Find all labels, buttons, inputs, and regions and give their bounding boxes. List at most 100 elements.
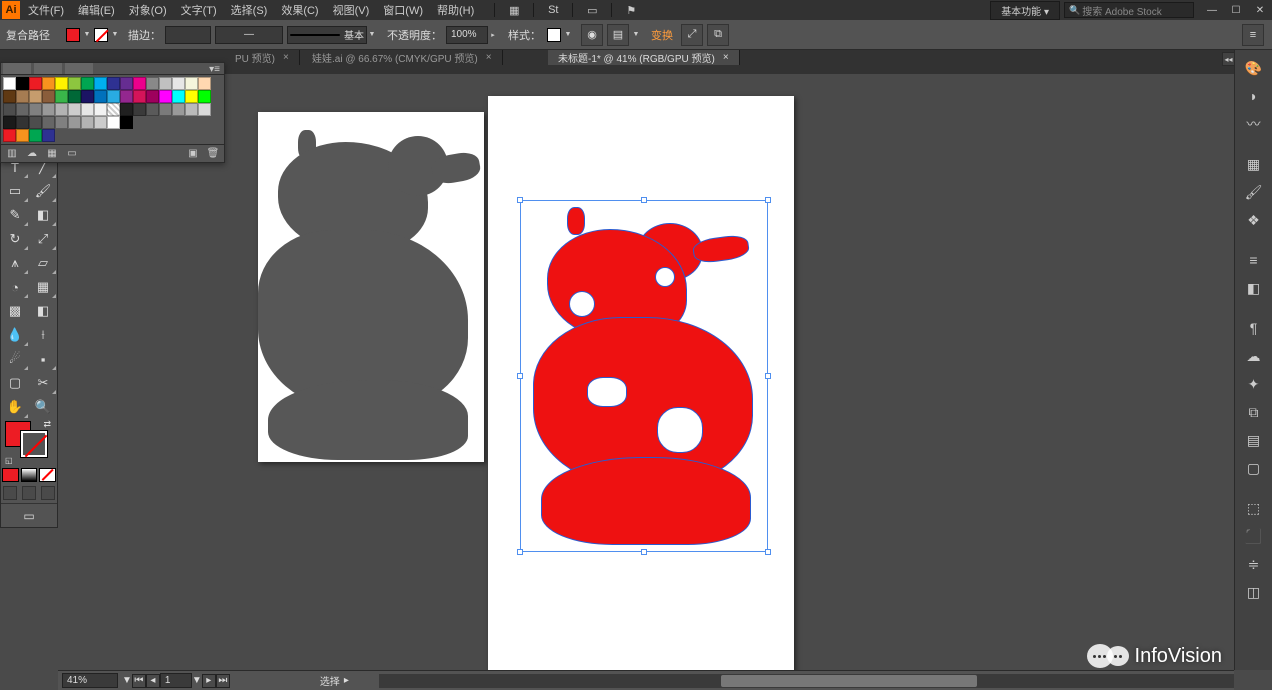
swatch[interactable] [55,103,68,116]
draw-behind-icon[interactable] [22,486,36,500]
menu-window[interactable]: 窗口(W) [383,2,423,18]
blend-tool[interactable]: ⟊ [29,323,57,347]
fill-dropdown[interactable]: ▼ [82,28,92,42]
gpu-icon[interactable]: ⚑ [620,2,642,18]
menu-type[interactable]: 文字(T) [181,2,217,18]
swatch[interactable] [42,77,55,90]
swatch[interactable] [198,77,211,90]
opacity-dropdown[interactable]: ▸ [488,28,498,42]
swatch[interactable] [185,77,198,90]
swatch[interactable] [185,90,198,103]
stroke-color-proxy[interactable] [21,431,47,457]
window-close[interactable]: ✕ [1248,2,1272,18]
column-graph-tool[interactable]: ▪ [29,347,57,371]
rotate-tool[interactable]: ↻ [1,227,29,251]
menu-file[interactable]: 文件(F) [28,2,64,18]
swatch[interactable] [107,77,120,90]
scrollbar-thumb[interactable] [721,675,978,687]
bridge-icon[interactable]: ▦ [503,2,525,18]
stock-icon[interactable]: St [542,2,564,18]
selection-handle[interactable] [765,197,771,203]
selection-handle[interactable] [765,549,771,555]
swatch[interactable] [146,77,159,90]
stock-search-input[interactable]: 搜索 Adobe Stock [1064,2,1194,18]
rectangle-tool[interactable]: ▭ [1,179,29,203]
swatch[interactable] [133,103,146,116]
swatch[interactable] [68,116,81,129]
tab-close-icon[interactable]: × [283,52,289,63]
swatch[interactable] [16,116,29,129]
mesh-tool[interactable]: ▩ [1,299,29,323]
swatches-panel-tabs[interactable] [1,63,224,75]
swatch[interactable] [120,116,133,129]
swatch[interactable] [42,116,55,129]
new-swatch-icon[interactable]: ▣ [186,147,200,161]
expand-panels-icon[interactable]: ◂◂ [1222,52,1234,66]
swatch[interactable] [107,90,120,103]
swatch[interactable] [172,90,185,103]
swatch[interactable] [159,77,172,90]
opacity-input[interactable]: 100% [446,26,488,44]
document-tab[interactable]: 娃娃.ai @ 66.67% (CMYK/GPU 预览)× [302,50,503,65]
last-artboard-icon[interactable]: ⏭ [216,674,230,688]
arrange-icon[interactable]: ▭ [581,2,603,18]
controlbar-menu-icon[interactable]: ≡ [1242,24,1264,46]
color-mode-solid[interactable] [2,468,19,482]
swatch[interactable] [146,103,159,116]
appearance-icon[interactable]: ⬚ [1240,496,1268,520]
swatch[interactable] [42,129,55,142]
transform-link[interactable]: 变换 [651,27,673,43]
selection-handle[interactable] [641,197,647,203]
graphic-style-swatch[interactable] [547,28,561,42]
scale-tool[interactable]: ⤢ [29,227,57,251]
swatch[interactable] [68,90,81,103]
menu-effect[interactable]: 效果(C) [281,2,318,18]
fill-swatch[interactable] [66,28,80,42]
color-mode-gradient[interactable] [21,468,38,482]
swatch-options-icon[interactable]: ▦ [45,147,59,161]
swatch-kind-icon[interactable]: ☁ [25,147,39,161]
shape-icon[interactable]: ◗ [1240,84,1268,108]
color-mode-none[interactable] [39,468,56,482]
tab-close-icon[interactable]: × [486,52,492,63]
tab-close-icon[interactable]: × [723,52,729,63]
menu-select[interactable]: 选择(S) [231,2,268,18]
new-color-group-icon[interactable]: ▭ [65,147,79,161]
stroke-weight-input[interactable] [165,26,211,44]
swatch[interactable] [29,116,42,129]
swatch[interactable] [68,77,81,90]
document-tab-active[interactable]: 未标题-1* @ 41% (RGB/GPU 预览)× [548,50,740,65]
menu-edit[interactable]: 编辑(E) [78,2,115,18]
width-tool[interactable]: ⩚ [1,251,29,275]
symbol-sprayer-tool[interactable]: ☄ [1,347,29,371]
free-transform-tool[interactable]: ▱ [29,251,57,275]
link-layer-icon[interactable]: ⧉ [1240,400,1268,424]
swatch[interactable] [120,90,133,103]
swatch[interactable] [68,103,81,116]
swatch[interactable] [172,103,185,116]
window-minimize[interactable]: — [1200,2,1224,18]
paintbrush-tool[interactable]: 🖌 [29,179,57,203]
swatch[interactable] [185,103,198,116]
eyedropper-tool[interactable]: 💧 [1,323,29,347]
swatch[interactable] [81,103,94,116]
swatch[interactable] [29,77,42,90]
canvas-area[interactable] [58,74,1234,670]
crop-icon[interactable]: ⧉ [707,24,729,46]
brush-icon[interactable]: 🖌 [1240,180,1268,204]
swatch[interactable] [16,77,29,90]
swatch[interactable] [3,103,16,116]
swatch[interactable] [29,103,42,116]
swatch[interactable] [133,77,146,90]
swatch[interactable] [29,129,42,142]
isolate-icon[interactable]: ⤢ [681,24,703,46]
swatch[interactable] [107,103,120,116]
symbol-icon[interactable]: ❖ [1240,208,1268,232]
shape-builder-tool[interactable]: ◔ [1,275,29,299]
swatch[interactable] [81,90,94,103]
prev-artboard-icon[interactable]: ◂ [146,674,160,688]
swatch[interactable] [172,77,185,90]
zoom-level-input[interactable]: 41% [62,673,118,688]
swatch[interactable] [55,90,68,103]
eraser-tool[interactable]: ◧ [29,203,57,227]
